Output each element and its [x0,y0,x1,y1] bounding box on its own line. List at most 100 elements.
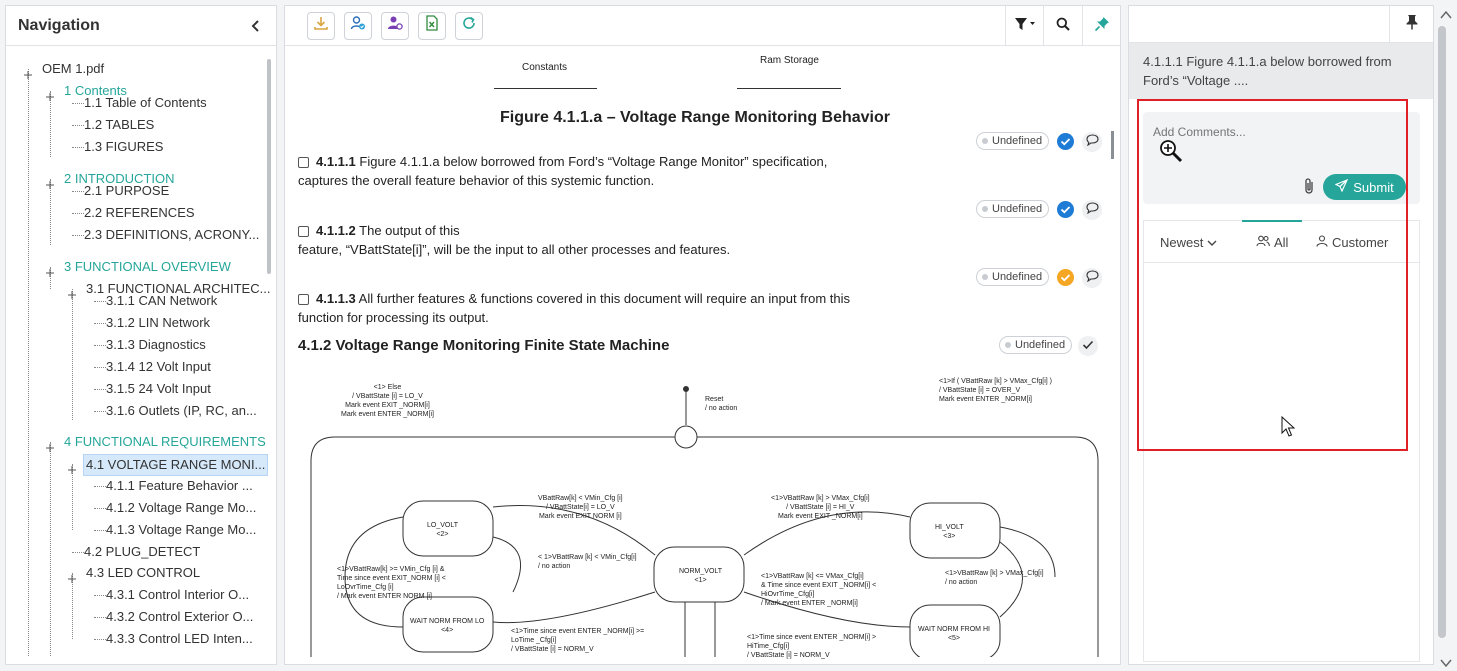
tree-node-label: 1.1 Table of Contents [84,95,207,110]
tree-node-label: 2.3 DEFINITIONS, ACRONY... [84,227,260,242]
collapse-icon[interactable] [68,569,76,583]
download-button[interactable] [307,11,335,40]
collapse-icon[interactable] [68,460,76,474]
tree-node-label: 4.3.2 Control Exterior O... [106,609,254,624]
comment-button[interactable] [1082,132,1102,152]
tree-node-item[interactable]: 3.1.4 12 Volt Input [106,357,266,377]
search-button[interactable] [1043,6,1082,46]
tree-node-item[interactable]: 1.3 FIGURES [84,137,264,157]
diagram-else-label: <1> Else / VBattState [i] = LO_V Mark ev… [341,384,434,418]
tree-node-document[interactable]: OEM 1.pdf [22,59,222,79]
state-machine-diagram [310,386,1099,657]
status-approved-icon[interactable] [1057,201,1074,218]
page-scrollbar-thumb[interactable] [1438,26,1446,638]
tree-node-item[interactable]: 4.1.2 Voltage Range Mo... [106,498,266,518]
tree-node-item[interactable]: 4.3.3 Control LED Inten... [106,629,266,649]
requirement-id: 4.1.1.1 [316,154,356,169]
pin-icon [1094,16,1110,37]
mouse-pointer-icon [1281,415,1296,443]
tree-node-item[interactable]: 2.1 PURPOSE [84,181,264,201]
tree-node-item[interactable]: 3.1.1 CAN Network [106,291,266,311]
status-badge[interactable]: Undefined [976,268,1050,286]
comment-button[interactable] [1082,200,1102,220]
user-check-icon [350,15,366,36]
tree-node-label: 4.3 LED CONTROL [86,565,201,580]
requirement-line: The output of this [359,223,460,238]
status-badge[interactable]: Undefined [976,200,1050,218]
status-approved-icon[interactable] [1057,133,1074,150]
tree-node-item[interactable]: 1.2 TABLES [84,115,264,135]
diagram-label-constants: Constants [522,62,568,73]
comment-icon [1085,269,1099,287]
tree-node-item[interactable]: 3.1.5 24 Volt Input [106,379,266,399]
tree-node-label: 4.1.3 Voltage Range Mo... [106,522,257,537]
tree-node-item[interactable]: 2.2 REFERENCES [84,203,264,223]
tree-node-item[interactable]: 3.1.2 LIN Network [106,313,266,333]
pin-button[interactable] [1082,6,1120,46]
status-badge[interactable]: Undefined [999,336,1073,354]
filter-icon [1014,17,1036,36]
collapse-icon[interactable] [24,65,32,79]
status-check-button[interactable] [1078,336,1098,356]
export-excel-button[interactable] [418,11,446,40]
pin-panel-button[interactable] [1389,6,1433,43]
diagram-transition-label: <1>VBattRaw[k] >= VMin_Cfg [i] & Time si… [337,566,446,600]
tree-node-subsection-4-1[interactable]: 4.1 VOLTAGE RANGE MONI... [66,454,269,476]
document-toolbar [285,6,1120,46]
diagram-transition-label: VBattRaw[k] < VMin_Cfg [i] / VBattState[… [538,495,623,520]
tree-node-label: 3.1.5 24 Volt Input [106,381,211,396]
navigation-scrollbar[interactable] [267,59,271,274]
tree-node-label: 4 FUNCTIONAL REQUIREMENTS [64,434,266,449]
collapse-icon[interactable] [46,263,54,277]
chevron-left-icon[interactable] [248,18,264,34]
status-badge[interactable]: Undefined [976,132,1050,150]
navigation-panel: Navigation OEM 1.pdf 1 Contents 1.1 Tabl… [5,5,277,665]
tree-node-item[interactable]: 1.1 Table of Contents [84,93,264,113]
tree-node-label: 4.1.1 Feature Behavior ... [106,478,253,493]
requirement-checkbox[interactable] [298,157,309,168]
tree-node-item[interactable]: 3.1.6 Outlets (IP, RC, an... [106,401,266,421]
diagram-transition-label: <1>Time since event ENTER _NORM[i] >= Lo… [511,628,645,653]
tree-node-item[interactable]: 2.3 DEFINITIONS, ACRONY... [84,225,264,245]
requirement-line: function for processing its output. [298,310,489,325]
diagram-over-label: <1>If ( VBattRaw [k] > VMax_Cfg[i] ) / V… [939,378,1053,403]
tree-node-section-4[interactable]: 4 FUNCTIONAL REQUIREMENTS [44,432,266,452]
comments-panel-header [1129,6,1433,43]
user-settings-button[interactable] [381,11,409,40]
collapse-icon[interactable] [46,438,54,452]
tree-node-item[interactable]: 4.3.1 Control Interior O... [106,585,266,605]
diagram-transition-label: <1>Time since event ENTER _NORM[i] > HiT… [747,634,877,659]
tree-node-item[interactable]: 4.3.2 Control Exterior O... [106,607,266,627]
requirement-checkbox[interactable] [298,294,309,305]
tree-node-item[interactable]: 4.2 PLUG_DETECT [84,542,264,562]
tree-node-label: 3.1.1 CAN Network [106,293,218,308]
requirement-id: 4.1.1.2 [316,223,356,238]
user-settings-icon [387,15,403,36]
diagram-state-wait-lo: WAIT NORM FROM LO <4> [410,618,485,634]
excel-icon [424,15,440,36]
diagram-state-hi: HI_VOLT <3> [935,524,964,540]
document-viewer: Constants Ram Storage Figure 4.1.1.a – V… [285,47,1120,664]
collapse-icon[interactable] [46,87,54,101]
download-icon [313,15,329,36]
document-scrollbar[interactable] [1111,131,1114,159]
tree-node-subsection-4-3[interactable]: 4.3 LED CONTROL [66,563,266,583]
tree-node-label: 2.2 REFERENCES [84,205,195,220]
figure-title: Figure 4.1.1.a – Voltage Range Monitorin… [500,109,890,126]
refresh-icon [461,15,477,36]
filter-button[interactable] [1005,6,1043,46]
collapse-icon[interactable] [68,285,76,299]
refresh-button[interactable] [455,11,483,40]
requirement-line: All further features & functions covered… [358,291,851,306]
assign-reviewer-button[interactable] [344,11,372,40]
diagram-state-norm: NORM_VOLT <1> [679,568,723,584]
diagram-transition-label: <1>VBattRaw [k] > VMax_Cfg[i] / no actio… [945,570,1044,586]
requirement-checkbox[interactable] [298,226,309,237]
comment-button[interactable] [1082,268,1102,288]
tree-node-section-3[interactable]: 3 FUNCTIONAL OVERVIEW [44,257,244,277]
tree-node-item[interactable]: 4.1.1 Feature Behavior ... [106,476,266,496]
tree-node-item[interactable]: 4.1.3 Voltage Range Mo... [106,520,266,540]
collapse-icon[interactable] [46,175,54,189]
tree-node-item[interactable]: 3.1.3 Diagnostics [106,335,266,355]
status-pending-icon[interactable] [1057,269,1074,286]
